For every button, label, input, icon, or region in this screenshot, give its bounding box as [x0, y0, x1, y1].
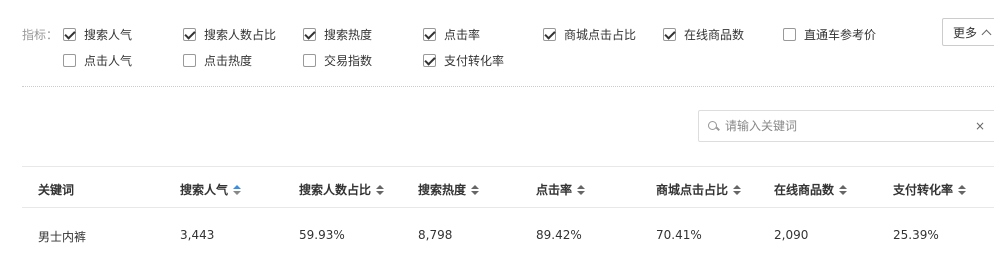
checkbox-trade-index[interactable]: 交易指数	[303, 52, 372, 68]
checkbox-label: 直通车参考价	[804, 27, 877, 42]
checkbox-checked-icon[interactable]	[423, 53, 436, 67]
cell-search-user-share: 59.93%	[299, 228, 345, 242]
checkbox-unchecked-icon[interactable]	[783, 27, 796, 41]
checkbox-unchecked-icon[interactable]	[303, 53, 316, 67]
checkbox-label: 交易指数	[324, 53, 373, 68]
checkbox-unchecked-icon[interactable]	[63, 53, 76, 67]
checkbox-search-popularity[interactable]: 搜索人气	[63, 26, 132, 42]
checkbox-online-products[interactable]: 在线商品数	[663, 26, 744, 42]
column-header-click-rate[interactable]: 点击率	[536, 181, 586, 198]
checkbox-label: 搜索人气	[84, 27, 133, 42]
checkbox-label: 搜索人数占比	[204, 27, 277, 42]
chevron-up-icon	[981, 29, 992, 39]
more-button-label: 更多	[953, 25, 978, 40]
cell-click-rate: 89.42%	[536, 228, 582, 242]
checkbox-mall-click-share[interactable]: 商城点击占比	[543, 26, 636, 42]
more-button[interactable]: 更多	[942, 18, 994, 46]
checkbox-checked-icon[interactable]	[543, 27, 556, 41]
sort-icon[interactable]	[839, 184, 848, 195]
checkbox-label: 支付转化率	[444, 53, 505, 68]
checkbox-checked-icon[interactable]	[183, 27, 196, 41]
checkbox-search-user-share[interactable]: 搜索人数占比	[183, 26, 276, 42]
checkbox-label: 在线商品数	[684, 27, 745, 42]
checkbox-click-rate[interactable]: 点击率	[423, 26, 480, 42]
sort-icon[interactable]	[577, 184, 586, 195]
column-header-search-user-share[interactable]: 搜索人数占比	[299, 181, 385, 198]
sort-icon[interactable]	[958, 184, 967, 195]
cell-online-products: 2,090	[774, 228, 809, 242]
cell-search-heat: 8,798	[418, 228, 453, 242]
keyword-search-input[interactable]	[725, 119, 965, 133]
keyword-search-box[interactable]: ×	[698, 110, 994, 142]
cell-keyword[interactable]: 男士内裤	[38, 228, 86, 245]
checkbox-click-heat[interactable]: 点击热度	[183, 52, 252, 68]
checkbox-search-heat[interactable]: 搜索热度	[303, 26, 372, 42]
checkbox-label: 搜索热度	[324, 27, 373, 42]
cell-payment-conversion: 25.39%	[893, 228, 939, 242]
table-row: 男士内裤 3,443 59.93% 8,798 89.42% 70.41% 2,…	[22, 208, 994, 258]
checkbox-payment-conversion[interactable]: 支付转化率	[423, 52, 504, 68]
search-icon	[708, 120, 719, 132]
sort-icon[interactable]	[471, 184, 480, 195]
checkbox-ztc-reference-price[interactable]: 直通车参考价	[783, 26, 876, 42]
checkbox-checked-icon[interactable]	[423, 27, 436, 41]
column-header-mall-click-share[interactable]: 商城点击占比	[656, 181, 742, 198]
indicators-label: 指标：	[22, 28, 59, 42]
column-header-online-products[interactable]: 在线商品数	[774, 181, 848, 198]
checkbox-click-popularity[interactable]: 点击人气	[63, 52, 132, 68]
sort-icon[interactable]	[233, 184, 242, 195]
cell-mall-click-share: 70.41%	[656, 228, 702, 242]
checkbox-label: 商城点击占比	[564, 27, 637, 42]
table-header: 关键词 搜索人气 搜索人数占比 搜索热度 点击率 商城点击占比 在线商品数 支付…	[22, 166, 994, 208]
clear-icon[interactable]: ×	[975, 119, 985, 133]
checkbox-checked-icon[interactable]	[63, 27, 76, 41]
checkbox-checked-icon[interactable]	[663, 27, 676, 41]
column-header-search-popularity[interactable]: 搜索人气	[180, 181, 242, 198]
checkbox-checked-icon[interactable]	[303, 27, 316, 41]
divider	[22, 86, 994, 87]
checkbox-unchecked-icon[interactable]	[183, 53, 196, 67]
sort-icon[interactable]	[376, 184, 385, 195]
checkbox-label: 点击人气	[84, 53, 133, 68]
column-header-keyword: 关键词	[38, 183, 75, 197]
column-header-search-heat[interactable]: 搜索热度	[418, 181, 480, 198]
sort-icon[interactable]	[733, 184, 742, 195]
column-header-payment-conversion[interactable]: 支付转化率	[893, 181, 967, 198]
cell-search-popularity: 3,443	[180, 228, 215, 242]
checkbox-label: 点击热度	[204, 53, 253, 68]
checkbox-label: 点击率	[444, 27, 481, 42]
